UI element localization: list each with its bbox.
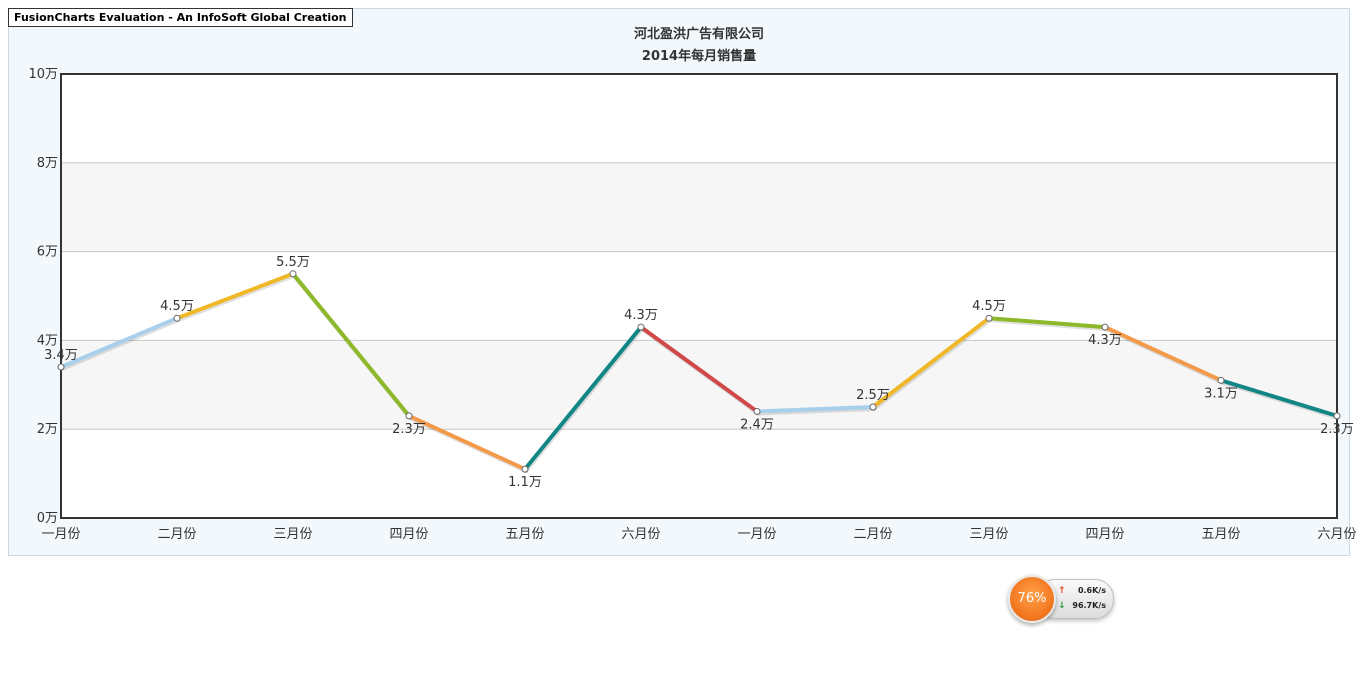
grid-bands	[61, 74, 1337, 518]
data-point[interactable]	[173, 314, 181, 322]
x-tick-label: 五月份	[505, 527, 544, 542]
data-label: 4.5万	[160, 299, 194, 314]
data-label: 4.3万	[624, 308, 658, 323]
download-speed-row: ↓ 96.7K/s	[1058, 601, 1106, 611]
data-label: 5.5万	[276, 255, 310, 270]
x-tick-label: 一月份	[41, 527, 80, 542]
data-label: 4.3万	[1088, 333, 1122, 348]
y-tick-label: 6万	[37, 245, 58, 260]
y-tick-label: 2万	[37, 422, 58, 437]
plot-background	[61, 74, 1337, 518]
y-axis-ticks: 0万 2万 4万 6万 8万 10万	[28, 67, 58, 526]
data-label: 2.3万	[392, 422, 426, 437]
x-axis-ticks: 一月份 二月份 三月份 四月份 五月份 六月份 一月份 二月份 三月份 四月份 五月份 六月份	[41, 527, 1356, 542]
data-label: 2.4万	[740, 417, 774, 432]
upload-speed-row: ↑ 0.6K/s	[1058, 586, 1106, 596]
x-tick-label: 三月份	[273, 527, 312, 542]
x-tick-label: 四月份	[389, 527, 428, 542]
chart-title: 河北盈洪广告有限公司	[634, 26, 764, 42]
grid-band	[61, 340, 1337, 430]
data-point[interactable]	[1101, 323, 1109, 331]
x-tick-label: 六月份	[621, 527, 660, 542]
data-label: 4.5万	[972, 299, 1006, 314]
x-tick-label: 四月份	[1085, 527, 1124, 542]
data-point[interactable]	[985, 314, 993, 322]
data-label: 3.1万	[1204, 386, 1238, 401]
y-tick-label: 4万	[37, 333, 58, 348]
speed-percent-badge[interactable]: 76%	[1008, 575, 1056, 623]
x-tick-label: 五月份	[1201, 527, 1240, 542]
data-label: 2.5万	[856, 388, 890, 403]
evaluation-banner[interactable]: FusionCharts Evaluation - An InfoSoft Gl…	[8, 8, 353, 27]
y-tick-label: 0万	[37, 511, 58, 526]
data-label: 3.4万	[44, 348, 78, 363]
y-tick-label: 8万	[37, 156, 58, 171]
upload-arrow-icon: ↑	[1058, 586, 1066, 596]
data-label: 2.3万	[1320, 422, 1354, 437]
x-tick-label: 六月份	[1317, 527, 1356, 542]
data-point[interactable]	[521, 465, 529, 473]
data-point[interactable]	[753, 407, 761, 415]
download-arrow-icon: ↓	[1058, 601, 1066, 611]
upload-speed: 0.6K/s	[1077, 586, 1106, 595]
data-point[interactable]	[57, 363, 65, 371]
data-point[interactable]	[405, 412, 413, 420]
data-point[interactable]	[869, 403, 877, 411]
line-chart: 河北盈洪广告有限公司 2014年每月销售量 0万 2万 4万 6万 8万 10万 一月份 二…	[28, 26, 1356, 542]
chart-subtitle: 2014年每月销售量	[642, 48, 756, 64]
x-tick-label: 二月份	[853, 527, 892, 542]
data-point[interactable]	[1333, 412, 1341, 420]
x-tick-label: 一月份	[737, 527, 776, 542]
grid-band	[61, 162, 1337, 252]
data-point[interactable]	[289, 270, 297, 278]
data-point[interactable]	[1217, 376, 1225, 384]
download-speed: 96.7K/s	[1072, 601, 1106, 610]
x-tick-label: 二月份	[157, 527, 196, 542]
data-label: 1.1万	[508, 475, 542, 490]
y-tick-label: 10万	[28, 67, 58, 82]
data-point[interactable]	[637, 323, 645, 331]
network-speed-widget[interactable]: 76% ↑ 0.6K/s ↓ 96.7K/s	[1006, 575, 1116, 623]
x-tick-label: 三月份	[969, 527, 1008, 542]
